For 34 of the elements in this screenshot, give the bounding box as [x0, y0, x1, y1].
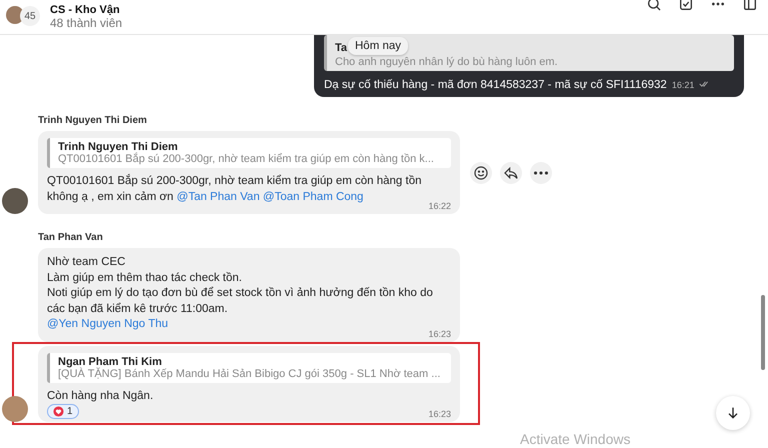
message-time: 16:23 — [428, 409, 451, 419]
user-avatar — [2, 188, 28, 214]
group-avatar — [6, 6, 24, 24]
quote-text: QT00101601 Bắp sú 200-300gr, nhờ team kiểm tra giúp em còn hàng tồn k... — [58, 153, 435, 165]
sender-name: Trinh Nguyen Thi Diem — [38, 115, 147, 126]
heart-reaction[interactable]: 1 — [47, 404, 79, 419]
quote-author: Trinh Nguyen Thi Diem — [58, 141, 179, 153]
user-avatar — [2, 396, 28, 422]
scrollbar-thumb[interactable] — [761, 295, 765, 370]
more-button[interactable] — [530, 162, 552, 184]
quote-author: Ta — [335, 42, 348, 54]
date-chip: Hôm nay — [348, 37, 408, 55]
checkbox-icon[interactable] — [678, 0, 694, 12]
more-icon — [534, 170, 548, 174]
message-time: 16:22 — [428, 201, 451, 211]
quote-author: Ngan Pham Thi Kim — [58, 356, 163, 368]
search-icon[interactable] — [646, 0, 662, 12]
emoji-button[interactable] — [470, 162, 492, 184]
sender-name: Tan Phan Van — [38, 232, 103, 243]
quote-text: [QUÀ TẶNG] Bánh Xếp Mandu Hải Sản Bibigo CJ gói 350g - SL1 Nhờ team ... — [58, 368, 442, 380]
message-text: Nhờ team CEC Làm giúp em thêm thao tác check tồn. Noti giúp em lý do tạo đơn bù để set stock tồn vì ảnh hưởng đến tồn kho do các bạn đã kiểm kê trước 11:00am. @Yen Nguyen Ngo Thu — [47, 255, 434, 330]
group-title: CS - Kho Vận — [50, 4, 121, 16]
member-count: 48 thành viên — [50, 16, 124, 30]
message-text: Còn hàng nha Ngân. — [47, 388, 154, 404]
message-time: 16:21 — [672, 80, 694, 90]
reply-button[interactable] — [500, 162, 522, 184]
scroll-down-button[interactable] — [716, 396, 750, 430]
panel-icon[interactable] — [742, 0, 758, 12]
avatar-count: 45 — [20, 6, 40, 26]
quote-text: Cho anh nguyên nhân lý do bù hàng luôn em. — [335, 56, 559, 68]
message-text: Dạ sự cố thiếu hàng - mã đơn 8414583237 - mã sự cố SFI1116932 — [324, 79, 667, 91]
os-notice: Activate Windows — [520, 431, 630, 447]
message-time: 16:23 — [428, 328, 451, 338]
message-text: QT00101601 Bắp sú 200-300gr, nhờ team kiểm tra giúp em còn hàng tồn không ạ , em xin cảm ơn @Tan Phan Van @Toan Pham Cong — [47, 174, 423, 204]
